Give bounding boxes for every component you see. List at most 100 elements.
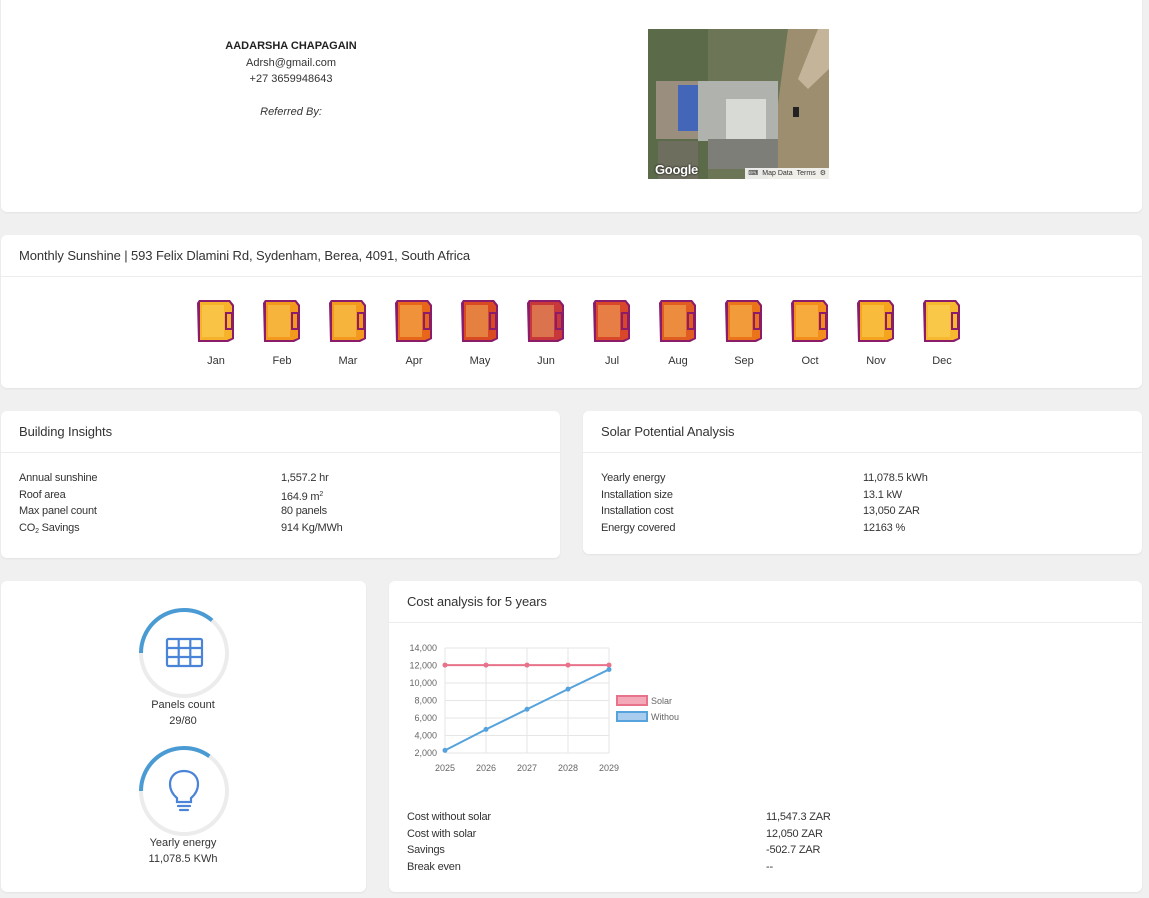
data-point xyxy=(483,662,489,668)
break-even-value: -- xyxy=(766,860,773,873)
month-label: Oct xyxy=(801,355,819,367)
yearly-energy-text: Yearly energy 11,078.5 KWh xyxy=(83,835,283,867)
data-point xyxy=(442,747,448,753)
months-row: Jan Feb Mar Apr May Jun Jul Aug Sep Oct Nov Dec xyxy=(183,299,975,367)
kv-row: Max panel count 80 panels xyxy=(1,503,560,520)
monthly-sunshine-card: Monthly Sunshine | 593 Felix Dlamini Rd,… xyxy=(1,235,1142,388)
y-tick-label: 12,000 xyxy=(409,661,437,671)
y-tick-label: 6,000 xyxy=(414,713,437,723)
month-item: Aug xyxy=(645,299,711,367)
month-item: Apr xyxy=(381,299,447,367)
cost-line-chart: 2,000 4,000 6,000 8,000 10,000 12,000 14,000 20… xyxy=(409,643,679,773)
x-tick-label: 2026 xyxy=(476,763,496,773)
month-item: Oct xyxy=(777,299,843,367)
terms-link[interactable]: Terms xyxy=(797,168,816,179)
month-item: Jul xyxy=(579,299,645,367)
kv-row: CO2 Savings 914 Kg/MWh xyxy=(1,520,560,537)
map-data-link[interactable]: Map Data xyxy=(762,168,792,179)
profile-card: AADARSHA CHAPAGAIN Adrsh@gmail.com +27 3… xyxy=(1,0,1142,212)
panels-count-label: Panels count xyxy=(151,699,215,711)
sunshine-title: Monthly Sunshine | 593 Felix Dlamini Rd,… xyxy=(1,235,1142,277)
sunshine-heatmap-tile xyxy=(857,300,894,342)
legend-swatch-0 xyxy=(616,695,648,706)
cost-without-solar-label: Cost without solar xyxy=(407,811,491,823)
kv-row: Break even -- xyxy=(389,859,1142,876)
month-label: Sep xyxy=(734,355,754,367)
month-label: Dec xyxy=(932,355,952,367)
legend-label-0: Solar xyxy=(651,696,672,706)
energy-covered-value: 12163 % xyxy=(863,521,906,534)
keyboard-icon[interactable]: ⌨ xyxy=(748,168,758,179)
sunshine-heatmap-tile xyxy=(263,300,300,342)
sunshine-heatmap-tile xyxy=(725,300,762,342)
satellite-image xyxy=(648,29,829,179)
x-tick-label: 2028 xyxy=(558,763,578,773)
kv-row: Roof area 164.9 m2 xyxy=(1,487,560,504)
sunshine-heatmap-tile xyxy=(197,300,234,342)
legend-label-1: Withou xyxy=(651,712,679,722)
y-tick-label: 10,000 xyxy=(409,678,437,688)
month-label: Feb xyxy=(272,355,292,367)
data-point xyxy=(606,662,612,668)
solar-potential-title: Solar Potential Analysis xyxy=(583,411,1142,453)
sunshine-heatmap-tile xyxy=(593,300,630,342)
energy-covered-label: Energy covered xyxy=(601,521,676,534)
data-point xyxy=(565,662,571,668)
data-point xyxy=(565,686,571,692)
cost-analysis-list: Cost without solar 11,547.3 ZAR Cost wit… xyxy=(389,809,1142,875)
month-item: Sep xyxy=(711,299,777,367)
building-insights-card: Building Insights Annual sunshine 1,557.… xyxy=(1,411,560,558)
month-item: Nov xyxy=(843,299,909,367)
month-item: Dec xyxy=(909,299,975,367)
yearly-energy-gauge-label: Yearly energy xyxy=(149,837,217,849)
cost-with-solar-value: 12,050 ZAR xyxy=(766,827,823,840)
max-panel-count-label: Max panel count xyxy=(19,505,97,517)
sunshine-heatmap-tile xyxy=(659,300,696,342)
month-label: Aug xyxy=(668,355,688,367)
month-item: Mar xyxy=(315,299,381,367)
kv-row: Savings -502.7 ZAR xyxy=(389,842,1142,859)
y-tick-label: 8,000 xyxy=(414,696,437,706)
sunshine-heatmap-tile xyxy=(791,300,828,342)
x-tick-label: 2027 xyxy=(517,763,537,773)
satellite-map[interactable]: Google ⌨ Map Data Terms ⚙ xyxy=(648,29,829,179)
yearly-energy-gauge xyxy=(139,746,229,836)
cost-analysis-title: Cost analysis for 5 years xyxy=(389,581,1142,623)
grid-icon xyxy=(165,637,204,668)
panels-count-value: 29/80 xyxy=(169,715,197,727)
gauges-card: Panels count 29/80 Yearly energy 11,078.… xyxy=(1,581,366,892)
sunshine-heatmap-tile xyxy=(923,300,960,342)
kv-row: Yearly energy 11,078.5 kWh xyxy=(583,470,1142,487)
yearly-energy-value: 11,078.5 kWh xyxy=(863,472,928,484)
cost-without-solar-value: 11,547.3 ZAR xyxy=(766,811,831,823)
month-label: Jun xyxy=(537,355,555,367)
panels-count-text: Panels count 29/80 xyxy=(83,697,283,729)
building-insights-title: Building Insights xyxy=(1,411,560,453)
month-label: Jul xyxy=(604,355,620,367)
lightbulb-icon xyxy=(168,769,200,812)
break-even-label: Break even xyxy=(407,860,461,873)
kv-row: Cost with solar 12,050 ZAR xyxy=(389,826,1142,843)
y-tick-label: 2,000 xyxy=(414,748,437,758)
kv-row: Installation cost 13,050 ZAR xyxy=(583,503,1142,520)
legend-swatch-1 xyxy=(616,711,648,722)
installation-size-label: Installation size xyxy=(601,488,673,501)
settings-icon[interactable]: ⚙ xyxy=(820,168,826,179)
month-item: Jan xyxy=(183,299,249,367)
customer-email: Adrsh@gmail.com xyxy=(245,56,337,69)
data-point xyxy=(483,726,489,732)
month-label: Jan xyxy=(207,355,225,367)
month-label: Apr xyxy=(405,355,423,367)
kv-row: Installation size 13.1 kW xyxy=(583,487,1142,504)
building-insights-list: Annual sunshine 1,557.2 hr Roof area 164… xyxy=(1,470,560,536)
sunshine-heatmap-tile xyxy=(329,300,366,342)
yearly-energy-gauge-value: 11,078.5 KWh xyxy=(148,853,218,865)
month-item: Jun xyxy=(513,299,579,367)
installation-cost-value: 13,050 ZAR xyxy=(863,505,920,517)
kv-row: Energy covered 12163 % xyxy=(583,520,1142,537)
installation-cost-label: Installation cost xyxy=(601,505,674,517)
annual-sunshine-label: Annual sunshine xyxy=(19,472,98,484)
annual-sunshine-value: 1,557.2 hr xyxy=(281,472,329,484)
month-item: Feb xyxy=(249,299,315,367)
sunshine-heatmap-tile xyxy=(461,300,498,342)
